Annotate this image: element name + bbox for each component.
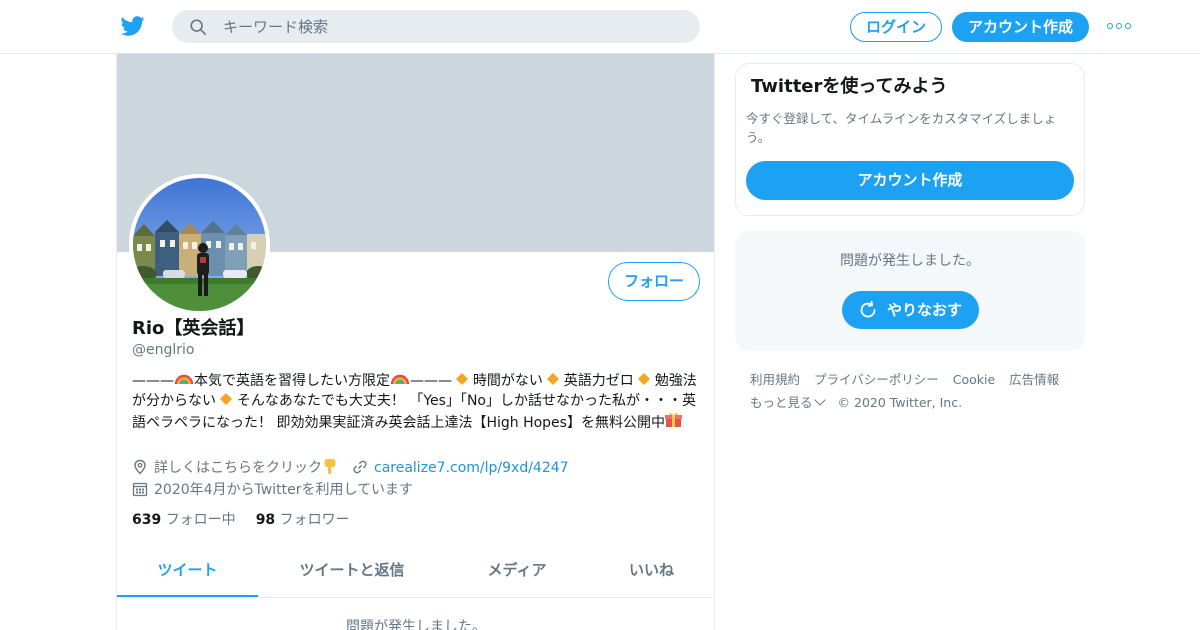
chevron-down-icon[interactable]: [813, 394, 826, 406]
calendar-icon: [132, 482, 148, 497]
bio-text-1: ———: [132, 373, 174, 389]
pointing-down-hand-icon: [324, 459, 336, 474]
followers-stat[interactable]: 98 フォロワー: [256, 512, 350, 528]
footer-cookie-link[interactable]: Cookie: [953, 372, 995, 387]
link-icon: [353, 460, 367, 474]
error-card-message: 問題が発生しました。: [840, 253, 980, 269]
profile-joined-date: 2020年4月からTwitterを利用しています: [154, 482, 414, 498]
bio-text-2: 本気で英語を習得したい方限定: [194, 373, 390, 389]
location-pin-icon: [134, 459, 146, 475]
refresh-icon: [860, 300, 876, 318]
profile-bio: ——— 本気で英語を習得したい方限定 ——— 時間がない 英語力ゼロ 勉強法が分から…: [132, 369, 702, 434]
profile-stats: 639 フォロー中 98 フォロワー: [132, 511, 350, 529]
twitter-bird-icon[interactable]: [120, 14, 146, 38]
profile-joined-row: 2020年4月からTwitterを利用しています: [132, 480, 413, 500]
orange-diamond-icon: [547, 373, 560, 385]
tab-tweets[interactable]: ツイート: [117, 550, 258, 597]
avatar[interactable]: [129, 174, 270, 315]
following-label: フォロー中: [165, 512, 236, 528]
following-count: 639: [132, 512, 162, 528]
footer-more-link[interactable]: もっと見る: [750, 395, 813, 410]
footer-copyright: © 2020 Twitter, Inc.: [837, 395, 963, 410]
orange-diamond-icon: [638, 373, 651, 385]
search-box[interactable]: キーワード検索: [172, 10, 700, 43]
signup-card-description: 今すぐ登録して、タイムラインをカスタマイズしましょう。: [746, 111, 1057, 145]
bio-text-3: ———: [410, 373, 457, 389]
tab-tweets-and-replies[interactable]: ツイートと返信: [258, 550, 446, 597]
signup-button[interactable]: アカウント作成: [952, 12, 1089, 42]
footer-ads-link[interactable]: 広告情報: [1009, 372, 1059, 387]
gift-icon: [664, 412, 682, 427]
rainbow-icon: [390, 374, 410, 385]
retry-label: やりなおす: [887, 301, 963, 319]
signup-card-title: Twitterを使ってみよう: [751, 76, 948, 97]
orange-diamond-icon: [456, 373, 469, 385]
profile-website-link[interactable]: carealize7.com/lp/9xd/4247: [374, 460, 569, 476]
error-card: 問題が発生しました。 やりなおす: [735, 231, 1085, 351]
rainbow-icon: [174, 374, 194, 385]
more-dots-icon[interactable]: [1107, 21, 1131, 31]
follow-button[interactable]: フォロー: [608, 262, 700, 301]
orange-diamond-icon: [220, 392, 233, 405]
footer-terms-link[interactable]: 利用規約: [750, 372, 800, 387]
profile-name[interactable]: Rio【英会話】: [132, 318, 254, 340]
top-navigation-bar: キーワード検索 ログイン アカウント作成: [0, 0, 1200, 54]
profile-meta-row: 詳しくはこちらをクリック carealize7.com/lp/9xd/4247: [132, 458, 569, 478]
signup-card-button[interactable]: アカウント作成: [746, 161, 1074, 200]
footer-privacy-link[interactable]: プライバシーポリシー: [814, 372, 939, 387]
profile-column: フォロー Rio【英会話】 @englrio ——— 本気で英語を習得したい方限定…: [116, 54, 715, 630]
timeline-error-message: 問題が発生しました。: [346, 619, 486, 630]
followers-label: フォロワー: [279, 512, 350, 528]
retry-button[interactable]: やりなおす: [842, 291, 979, 329]
bio-text-5: 英語力ゼロ: [559, 373, 639, 389]
login-button[interactable]: ログイン: [850, 12, 942, 42]
signup-card: Twitterを使ってみよう 今すぐ登録して、タイムラインをカスタマイズしましょ…: [735, 63, 1085, 216]
followers-count: 98: [255, 512, 276, 528]
footer-links: 利用規約 プライバシーポリシー Cookie 広告情報 もっと見る © 2020 …: [750, 368, 1080, 414]
tab-likes[interactable]: いいね: [588, 550, 714, 597]
tab-media[interactable]: メディア: [446, 550, 588, 597]
search-input[interactable]: キーワード検索: [223, 17, 328, 37]
profile-location: 詳しくはこちらをクリック: [154, 460, 322, 476]
profile-handle[interactable]: @englrio: [132, 341, 194, 359]
following-stat[interactable]: 639 フォロー中: [132, 512, 236, 528]
bio-text-4: 時間がない: [468, 373, 548, 389]
profile-tabs: ツイート ツイートと返信 メディア いいね: [117, 550, 714, 598]
avatar-photo: [133, 178, 266, 311]
search-icon: [190, 19, 207, 36]
